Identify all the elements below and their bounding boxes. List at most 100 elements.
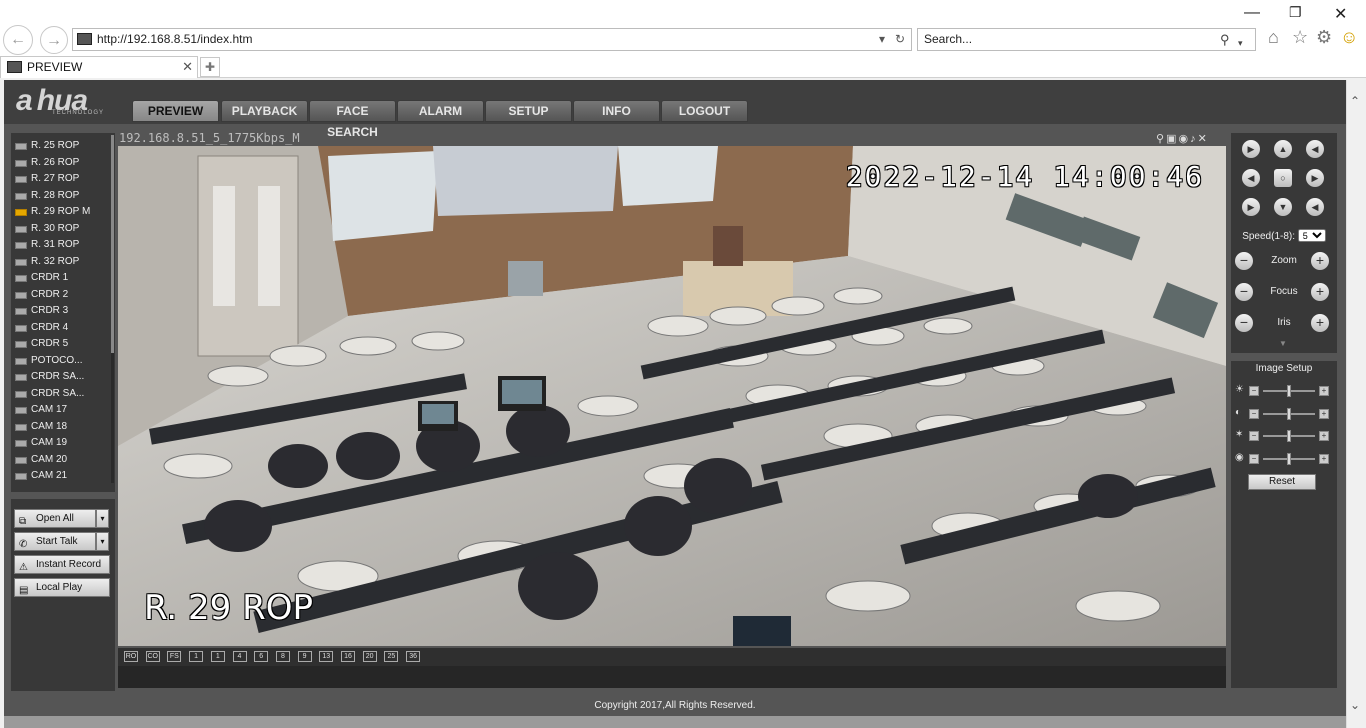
camera-item[interactable]: R. 25 ROP: [15, 138, 111, 154]
feedback-smiley-icon[interactable]: ☺: [1340, 27, 1358, 48]
camera-item[interactable]: CAM 18: [15, 419, 111, 435]
search-input[interactable]: Search... ⚲ ▾: [917, 28, 1256, 51]
layout-button[interactable]: 8: [275, 651, 290, 662]
camera-item[interactable]: CAM 19: [15, 435, 111, 451]
layout-button[interactable]: FS: [167, 651, 182, 662]
snapshot-icon[interactable]: ▣: [1166, 133, 1178, 145]
layout-button[interactable]: CO: [145, 651, 160, 662]
restore-icon[interactable]: ❐: [1289, 4, 1302, 21]
ptz-left-icon[interactable]: ◀: [1242, 169, 1260, 187]
tab-face-search[interactable]: FACE SEARCH: [309, 100, 396, 139]
instant-record-button[interactable]: ⚠ Instant Record: [14, 555, 110, 574]
camera-item[interactable]: CRDR 3: [15, 303, 111, 319]
layout-button[interactable]: 9: [297, 651, 312, 662]
layout-button[interactable]: 16: [341, 651, 355, 662]
tab-info[interactable]: INFO: [573, 100, 660, 122]
camera-item[interactable]: R. 31 ROP: [15, 237, 111, 253]
slider-plus-icon[interactable]: +: [1319, 431, 1329, 441]
zoom-in-icon[interactable]: ⚲: [1156, 133, 1166, 145]
ptz-down-left-icon[interactable]: ▶: [1242, 198, 1260, 216]
start-talk-dropdown-icon[interactable]: ▾: [96, 532, 109, 551]
slider-knob[interactable]: [1287, 407, 1291, 420]
slider-minus-icon[interactable]: −: [1249, 453, 1259, 464]
tab-alarm[interactable]: ALARM: [397, 100, 484, 122]
layout-button[interactable]: 13: [319, 651, 334, 662]
layout-button[interactable]: RO: [124, 651, 138, 662]
audio-icon[interactable]: ♪: [1190, 133, 1198, 145]
layout-button[interactable]: 20: [362, 651, 377, 662]
camera-item[interactable]: R. 32 ROP: [15, 254, 111, 270]
layout-button[interactable]: 25: [384, 651, 399, 662]
scroll-up-icon[interactable]: ⌃: [1350, 94, 1360, 108]
slider-plus-icon[interactable]: +: [1319, 453, 1329, 464]
layout-button[interactable]: 1: [189, 651, 204, 662]
tab-setup[interactable]: SETUP: [485, 100, 572, 122]
page-scrollbar[interactable]: ⌃ ⌄: [1346, 80, 1366, 728]
zoom-minus-icon[interactable]: −: [1235, 252, 1253, 270]
zoom-plus-icon[interactable]: +: [1311, 252, 1329, 270]
close-video-icon[interactable]: ✕: [1198, 133, 1209, 145]
address-bar[interactable]: http://192.168.8.51/index.htm ▾ ↻: [72, 28, 912, 51]
camera-item[interactable]: CAM 21: [15, 468, 111, 484]
minimize-icon[interactable]: —: [1244, 4, 1260, 22]
slider-plus-icon[interactable]: +: [1319, 408, 1329, 419]
reset-button[interactable]: Reset: [1248, 474, 1316, 490]
camera-item[interactable]: CRDR 1: [15, 270, 111, 286]
iris-plus-icon[interactable]: +: [1311, 314, 1329, 332]
search-dropdown-icon[interactable]: ▾: [1238, 33, 1243, 54]
refresh-icon[interactable]: ↻: [895, 29, 905, 50]
camera-icon[interactable]: ◉: [1178, 133, 1190, 145]
live-video[interactable]: 2022-12-14 14:00:46 R. 29 ROP: [118, 146, 1226, 646]
speed-select[interactable]: 5: [1297, 229, 1326, 242]
layout-button[interactable]: 6: [254, 651, 269, 662]
tab-preview-nav[interactable]: PREVIEW: [132, 100, 219, 122]
layout-button[interactable]: 36: [406, 651, 421, 662]
iris-minus-icon[interactable]: −: [1235, 314, 1253, 332]
slider-knob[interactable]: [1287, 452, 1291, 465]
slider-minus-icon[interactable]: −: [1249, 408, 1259, 419]
collapse-arrow-icon[interactable]: ▼: [1279, 339, 1287, 348]
camera-item[interactable]: R. 26 ROP: [15, 155, 111, 171]
camera-item[interactable]: CRDR SA...: [15, 386, 111, 402]
open-all-button[interactable]: ⧉ Open All ▾: [14, 509, 109, 528]
favorites-star-icon[interactable]: ☆: [1292, 27, 1308, 48]
open-all-dropdown-icon[interactable]: ▾: [96, 509, 109, 528]
layout-button[interactable]: 4: [232, 651, 247, 662]
tab-playback[interactable]: PLAYBACK: [221, 100, 308, 122]
start-talk-button[interactable]: ✆ Start Talk ▾: [14, 532, 109, 551]
camera-item[interactable]: CRDR SA...: [15, 369, 111, 385]
camera-item[interactable]: POTOCO...: [15, 353, 111, 369]
camera-list-scrollbar[interactable]: [111, 135, 114, 483]
scroll-down-icon[interactable]: ⌄: [1350, 698, 1360, 712]
camera-item[interactable]: CRDR 2: [15, 287, 111, 303]
ptz-down-right-icon[interactable]: ◀: [1306, 198, 1324, 216]
camera-item[interactable]: R. 29 ROP M: [15, 204, 111, 220]
camera-item[interactable]: R. 27 ROP: [15, 171, 111, 187]
home-icon[interactable]: ⌂: [1268, 27, 1279, 48]
ptz-down-icon[interactable]: ▼: [1274, 198, 1292, 216]
layout-button[interactable]: 1: [210, 651, 225, 662]
local-play-button[interactable]: ▤ Local Play: [14, 578, 110, 597]
camera-item[interactable]: R. 30 ROP: [15, 221, 111, 237]
forward-button[interactable]: →: [40, 26, 68, 54]
tab-preview[interactable]: PREVIEW ✕: [0, 56, 198, 78]
tab-close-icon[interactable]: ✕: [182, 57, 193, 77]
focus-plus-icon[interactable]: +: [1311, 283, 1329, 301]
slider-knob[interactable]: [1287, 430, 1291, 442]
camera-item[interactable]: CAM 20: [15, 452, 111, 468]
ptz-up-left-icon[interactable]: ▶: [1242, 140, 1260, 158]
dropdown-arrow-icon[interactable]: ▾: [879, 29, 885, 50]
ptz-right-icon[interactable]: ▶: [1306, 169, 1324, 187]
slider-plus-icon[interactable]: +: [1319, 386, 1329, 396]
ptz-up-icon[interactable]: ▲: [1274, 140, 1292, 158]
slider-knob[interactable]: [1287, 385, 1291, 397]
slider-minus-icon[interactable]: −: [1249, 431, 1259, 441]
camera-item[interactable]: CRDR 5: [15, 336, 111, 352]
ptz-up-right-icon[interactable]: ◀: [1306, 140, 1324, 158]
focus-minus-icon[interactable]: −: [1235, 283, 1253, 301]
close-window-icon[interactable]: ✕: [1334, 4, 1347, 24]
camera-item[interactable]: CRDR 4: [15, 320, 111, 336]
search-icon[interactable]: ⚲: [1220, 29, 1230, 50]
ptz-center-icon[interactable]: ○: [1274, 169, 1292, 187]
new-tab-button[interactable]: ✚: [200, 57, 220, 77]
